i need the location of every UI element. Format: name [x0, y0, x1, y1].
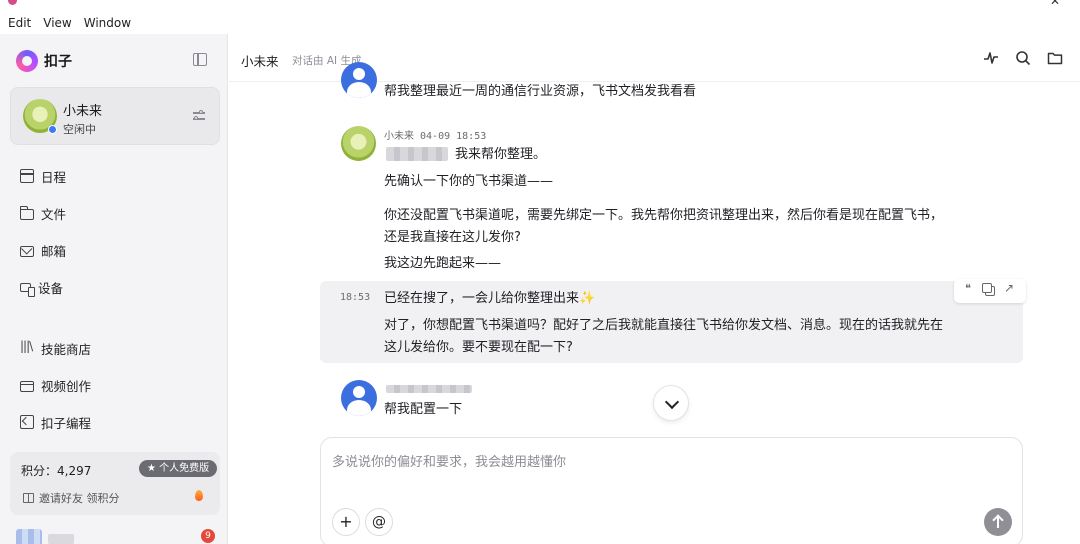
- ai-message-line: 还是我直接在这儿发你?: [384, 230, 521, 245]
- sidebar-item-label: 设备: [38, 280, 64, 296]
- points-card: 积分：4,297 ★ 个人免费版 邀请好友 领积分: [10, 452, 220, 515]
- status-dot-icon: [48, 125, 57, 134]
- brand[interactable]: 扣子: [16, 50, 72, 72]
- sidebar-item-label: 日程: [41, 169, 67, 185]
- invite-label: 邀请好友 领积分: [39, 492, 120, 505]
- window-close-button[interactable]: ✕: [1050, 0, 1060, 8]
- user-avatar: [341, 380, 377, 416]
- sidebar-item-label: 扣子编程: [41, 415, 92, 431]
- sidebar-item-skill-store[interactable]: 技能商店: [20, 337, 91, 359]
- user-avatar: [341, 62, 377, 98]
- sidebar-item-video[interactable]: 视频创作: [20, 374, 91, 396]
- sidebar-item-label: 视频创作: [41, 378, 92, 394]
- calendar-icon: [20, 169, 34, 183]
- chat-panel: 小未来 对话由 AI 生成 帮我整理最近一周的通信行业资源，飞书文档发我看看 小…: [229, 34, 1080, 544]
- scroll-to-bottom-button[interactable]: [653, 385, 689, 421]
- agent-status: 空闲中: [63, 123, 96, 136]
- coze-logo-icon: [16, 50, 38, 72]
- message-time: 18:53: [340, 292, 371, 303]
- invite-link[interactable]: 邀请好友 领积分: [23, 490, 120, 506]
- quote-icon[interactable]: [965, 282, 975, 296]
- mention-button[interactable]: @: [365, 508, 393, 536]
- brand-name: 扣子: [44, 54, 72, 70]
- sliders-icon[interactable]: [193, 110, 205, 122]
- message-actions: [954, 279, 1026, 303]
- sidebar-item-devices[interactable]: 设备: [20, 276, 63, 298]
- ai-message-line: 已经在搜了，一会儿给你整理出来✨: [384, 291, 596, 306]
- redacted-text: [386, 385, 472, 393]
- flame-icon: [195, 490, 203, 501]
- copy-icon[interactable]: [982, 283, 995, 296]
- sidebar-item-coding[interactable]: 扣子编程: [20, 411, 91, 433]
- sidebar: 扣子 小未来 空闲中 日程 文件 邮箱 设备 技能商店 视频创作 扣子编程 积分…: [0, 34, 228, 544]
- user-name-redacted: [48, 534, 74, 544]
- sidebar-item-label: 文件: [41, 206, 67, 222]
- user-avatar[interactable]: [16, 529, 42, 544]
- menu-bar: Edit View Window: [0, 12, 1080, 34]
- code-icon: [20, 415, 34, 429]
- agent-avatar: [341, 126, 376, 161]
- plan-badge[interactable]: ★ 个人免费版: [139, 460, 218, 477]
- sidebar-item-label: 技能商店: [41, 341, 92, 357]
- user-message: 帮我配置一下: [384, 402, 463, 417]
- share-icon[interactable]: [1004, 281, 1015, 296]
- user-message: 帮我整理最近一周的通信行业资源，飞书文档发我看看: [384, 84, 697, 99]
- message-meta: 小未来 04-09 18:53: [384, 131, 487, 142]
- sidebar-item-mail[interactable]: 邮箱: [20, 239, 66, 261]
- message-input[interactable]: [332, 451, 972, 473]
- video-icon: [20, 380, 34, 392]
- app-icon: [8, 0, 17, 5]
- agent-card[interactable]: 小未来 空闲中: [10, 87, 220, 145]
- folder-icon[interactable]: [1047, 50, 1063, 66]
- search-icon[interactable]: [1015, 50, 1031, 66]
- ai-message-line: 我来帮你整理。: [455, 147, 547, 162]
- ai-message-line: 这儿发给你。要不要现在配一下?: [384, 340, 573, 355]
- activity-icon[interactable]: [983, 50, 999, 66]
- chat-title: 小未来: [241, 54, 279, 69]
- menu-edit[interactable]: Edit: [8, 16, 31, 30]
- ai-message-line: 你还没配置飞书渠道呢，需要先绑定一下。我先帮你把资讯整理出来，然后你看是现在配置…: [384, 208, 944, 223]
- composer: + @: [320, 437, 1023, 544]
- sidebar-item-files[interactable]: 文件: [19, 202, 67, 224]
- sidebar-item-schedule[interactable]: 日程: [20, 165, 66, 187]
- sidebar-item-label: 邮箱: [41, 243, 67, 259]
- ai-message-line: 我这边先跑起来——: [384, 256, 502, 271]
- menu-view[interactable]: View: [43, 16, 71, 30]
- mail-icon: [20, 245, 34, 257]
- sidebar-collapse-icon[interactable]: [193, 53, 207, 66]
- window-title-bar: ✕: [0, 0, 1080, 12]
- menu-window[interactable]: Window: [84, 16, 131, 30]
- library-icon: [20, 339, 34, 355]
- redacted-text: [386, 147, 448, 161]
- points-balance: 积分：4,297: [21, 464, 92, 478]
- agent-name: 小未来: [63, 104, 103, 119]
- device-icon: [20, 283, 35, 297]
- ai-message-line: 对了，你想配置飞书渠道吗？配好了之后我就能直接往飞书给你发文档、消息。现在的话我…: [384, 318, 944, 333]
- gift-icon: [23, 493, 34, 503]
- notification-badge[interactable]: 9: [201, 529, 215, 543]
- folder-icon: [19, 205, 34, 220]
- add-attachment-button[interactable]: +: [332, 508, 360, 536]
- send-button[interactable]: [984, 508, 1012, 536]
- ai-message-line: 先确认一下你的飞书渠道——: [384, 174, 554, 189]
